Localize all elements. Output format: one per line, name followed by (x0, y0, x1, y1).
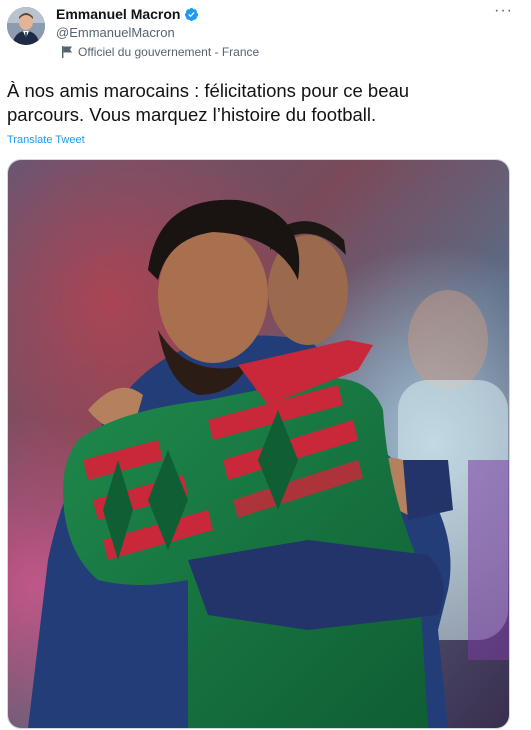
more-options-icon[interactable]: ··· (494, 2, 513, 20)
tweet-text-line-2: parcours. Vous marquez l’histoire du foo… (7, 104, 377, 125)
tweet-text: À nos amis marocains : félicitations pou… (7, 79, 507, 127)
avatar-image (7, 7, 45, 45)
tweet-card: Emmanuel Macron @EmmanuelMacron Officiel… (0, 0, 531, 730)
author-handle[interactable]: @EmmanuelMacron (56, 25, 175, 40)
translate-tweet-link[interactable]: Translate Tweet (7, 134, 85, 146)
flag-icon (62, 46, 72, 58)
author-name[interactable]: Emmanuel Macron (56, 6, 180, 22)
photo-hug-image (8, 160, 509, 728)
tweet-photo[interactable] (7, 159, 510, 729)
verified-badge-icon (185, 7, 199, 21)
tweet-text-line-1: À nos amis marocains : félicitations pou… (7, 80, 410, 101)
government-label-text: Officiel du gouvernement - France (78, 45, 260, 59)
author-row: Emmanuel Macron (56, 6, 199, 22)
avatar[interactable] (7, 7, 45, 45)
government-label: Officiel du gouvernement - France (62, 45, 259, 59)
